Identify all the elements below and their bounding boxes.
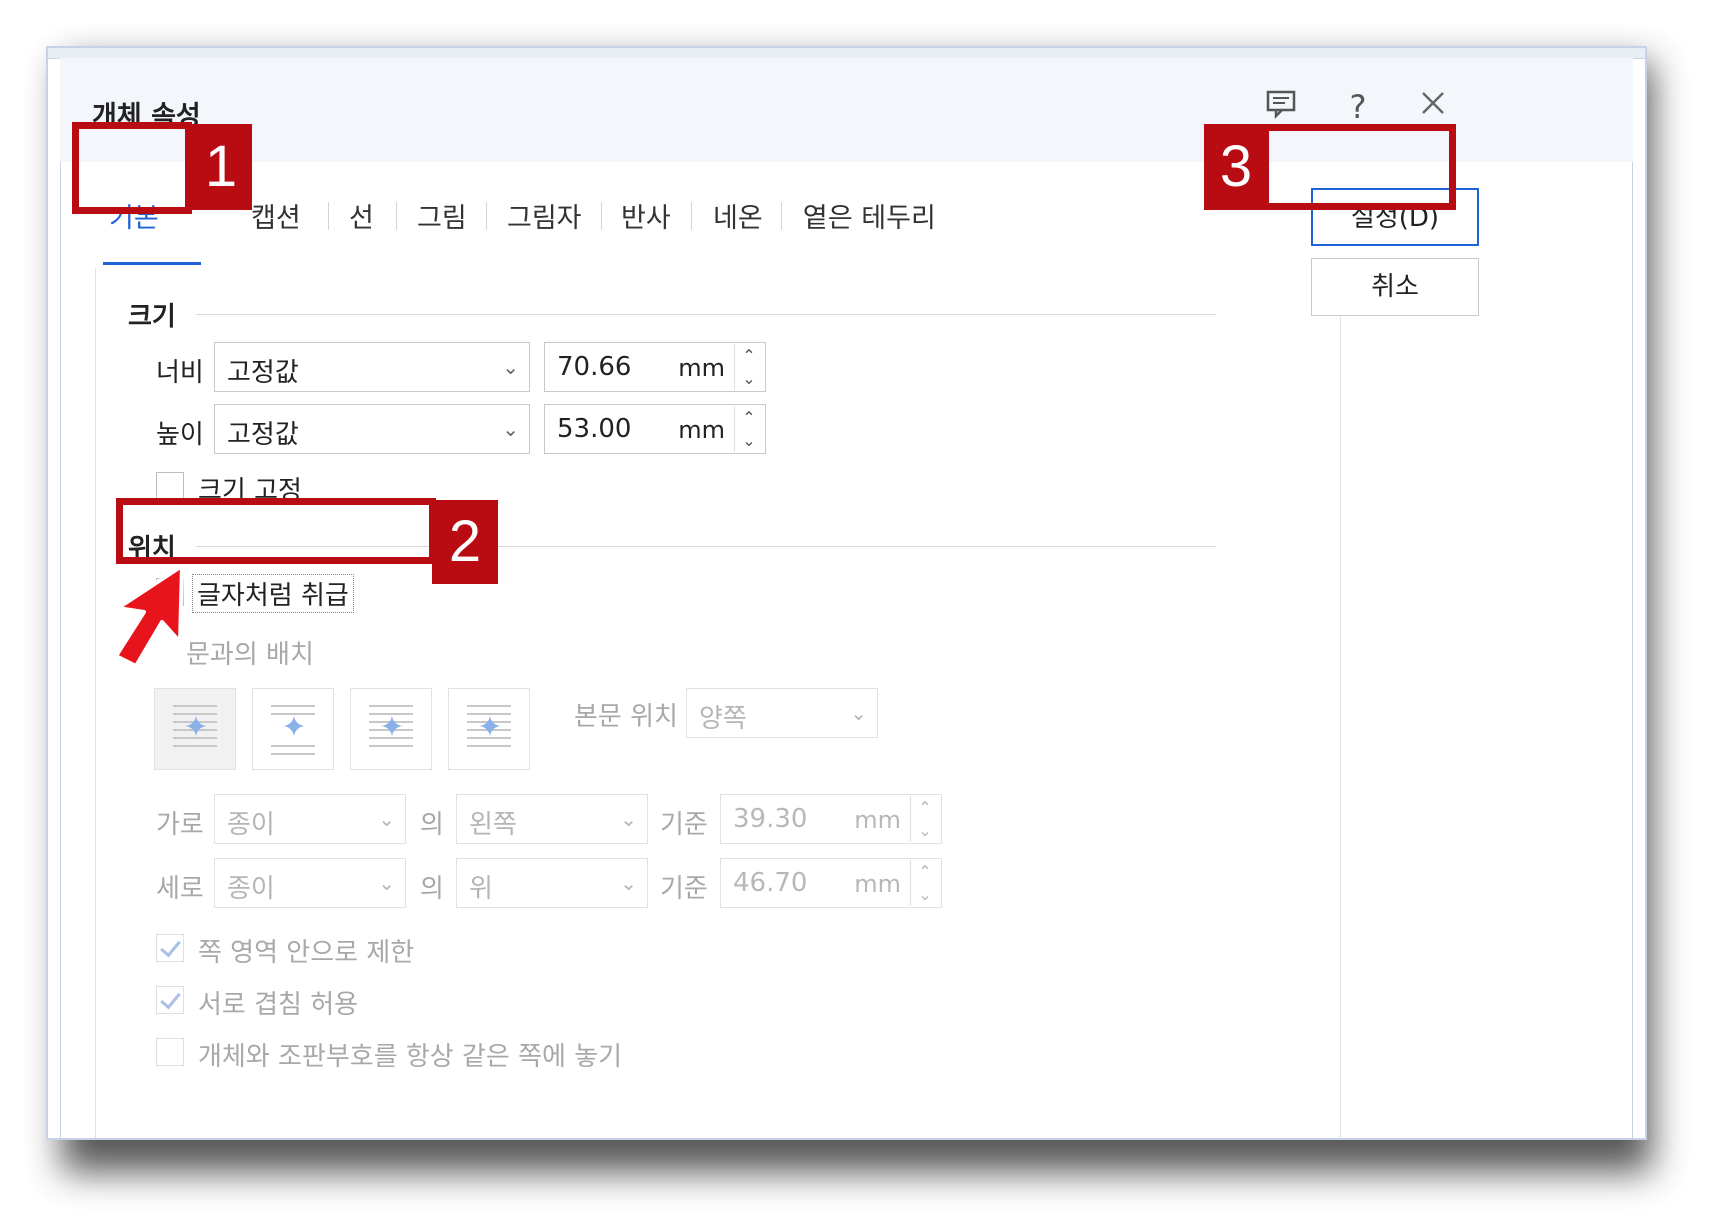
vertical-align-value: 위 [469,874,493,904]
width-mode-select[interactable]: 고정값 ⌄ [214,342,530,392]
chevron-down-icon: ⌄ [502,417,519,441]
vertical-ref-select[interactable]: 종이 ⌄ [214,858,406,908]
of-label: 의 [420,810,444,840]
annotation-box-2 [116,498,436,564]
horizontal-value-spinner[interactable]: 39.30 mm ⌃ ⌄ [720,794,942,844]
chevron-down-icon: ⌄ [620,807,637,831]
horizontal-unit: mm [854,806,901,834]
chevron-down-icon: ⌄ [378,871,395,895]
horizontal-ref-value: 종이 [227,810,275,840]
allow-overlap-checkbox[interactable] [156,986,184,1014]
tab-shadow[interactable]: 그림자 [507,196,582,235]
active-tab-underline [103,262,201,265]
base-label: 기준 [660,810,708,840]
chevron-down-icon: ⌄ [378,807,395,831]
spin-up-icon[interactable]: ⌃ [910,796,939,819]
body-position-value: 양쪽 [699,704,747,734]
object-properties-dialog: 개체 속성 ? 기본 캡션 선 그림 그림자 반사 네온 옅은 테두리 크기 너… [46,46,1647,1140]
horizontal-ref-select[interactable]: 종이 ⌄ [214,794,406,844]
height-label: 높이 [156,420,204,450]
of-label: 의 [420,874,444,904]
tab-margin-caption[interactable]: 캡션 [251,196,301,235]
keep-same-page-checkbox[interactable] [156,1038,184,1066]
horizontal-align-select[interactable]: 왼쪽 ⌄ [456,794,648,844]
butterfly-icon: ✦ [379,710,405,745]
annotation-box-1 [72,122,192,214]
wrap-square-button[interactable]: ✦ [154,688,236,770]
annotation-number-1: 1 [190,124,252,210]
wrap-options: ✦ ✦ ✦ ✦ [154,688,554,772]
cancel-button[interactable]: 취소 [1311,258,1479,316]
wrap-behind-text-button[interactable]: ✦ [350,688,432,770]
width-value-spinner[interactable]: 70.66 mm ⌃ ⌄ [544,342,766,392]
vertical-ref-value: 종이 [227,874,275,904]
vertical-align-select[interactable]: 위 ⌄ [456,858,648,908]
tab-soft-edge[interactable]: 옅은 테두리 [803,196,936,235]
chevron-down-icon: ⌄ [620,871,637,895]
vertical-value: 46.70 [733,868,808,898]
wrap-in-front-button[interactable]: ✦ [448,688,530,770]
vertical-unit: mm [854,870,901,898]
spin-up-icon[interactable]: ⌃ [734,344,763,367]
tab-separator [601,202,602,230]
tab-line[interactable]: 선 [349,196,374,235]
width-label: 너비 [156,358,204,388]
allow-overlap-label: 서로 겹침 허용 [198,990,359,1020]
size-section-rule [196,314,1216,315]
base-label: 기준 [660,874,708,904]
height-value: 53.00 [557,414,632,444]
comment-icon[interactable] [1260,86,1302,128]
horizontal-value: 39.30 [733,804,808,834]
limit-to-page-label: 쪽 영역 안으로 제한 [198,938,415,968]
spin-up-icon[interactable]: ⌃ [734,406,763,429]
width-unit: mm [678,354,725,382]
height-mode-select[interactable]: 고정값 ⌄ [214,404,530,454]
width-mode-value: 고정값 [227,358,299,388]
chevron-down-icon: ⌄ [502,355,519,379]
spin-down-icon[interactable]: ⌄ [734,367,763,390]
annotation-box-3 [1262,124,1456,210]
close-icon[interactable] [1412,86,1454,128]
butterfly-icon: ✦ [281,710,307,745]
horizontal-label: 가로 [156,810,204,840]
help-icon[interactable]: ? [1337,86,1379,128]
annotation-number-2: 2 [432,500,498,584]
tab-separator [781,202,782,230]
tab-separator [328,202,329,230]
spin-down-icon[interactable]: ⌄ [910,819,939,842]
body-position-label: 본문 위치 [574,702,678,732]
horizontal-align-value: 왼쪽 [469,810,517,840]
wrap-top-bottom-button[interactable]: ✦ [252,688,334,770]
height-mode-value: 고정값 [227,420,299,450]
annotation-number-3: 3 [1204,124,1268,210]
limit-to-page-checkbox[interactable] [156,934,184,962]
tab-picture[interactable]: 그림 [417,196,467,235]
size-lock-checkbox[interactable] [156,472,184,500]
keep-same-page-label: 개체와 조판부호를 항상 같은 쪽에 놓기 [198,1042,623,1072]
body-position-select[interactable]: 양쪽 ⌄ [686,688,878,738]
butterfly-icon: ✦ [183,710,209,745]
spin-down-icon[interactable]: ⌄ [734,429,763,452]
chevron-down-icon: ⌄ [850,701,867,725]
height-unit: mm [678,416,725,444]
tab-separator [486,202,487,230]
butterfly-icon: ✦ [477,710,503,745]
tab-separator [396,202,397,230]
size-section-label: 크기 [128,302,176,332]
tab-content-panel: 크기 너비 고정값 ⌄ 70.66 mm ⌃ ⌄ 높이 고정값 ⌄ 53.00 … [95,268,1341,1138]
width-value: 70.66 [557,352,632,382]
tab-reflection[interactable]: 반사 [621,196,671,235]
vertical-value-spinner[interactable]: 46.70 mm ⌃ ⌄ [720,858,942,908]
red-arrow-icon [114,564,184,668]
vertical-label: 세로 [156,874,204,904]
spin-up-icon[interactable]: ⌃ [910,860,939,883]
dialog-body: 기본 캡션 선 그림 그림자 반사 네온 옅은 테두리 크기 너비 고정값 ⌄ [60,162,1633,1138]
tab-separator [691,202,692,230]
spin-down-icon[interactable]: ⌄ [910,883,939,906]
tab-neon[interactable]: 네온 [713,196,763,235]
height-value-spinner[interactable]: 53.00 mm ⌃ ⌄ [544,404,766,454]
